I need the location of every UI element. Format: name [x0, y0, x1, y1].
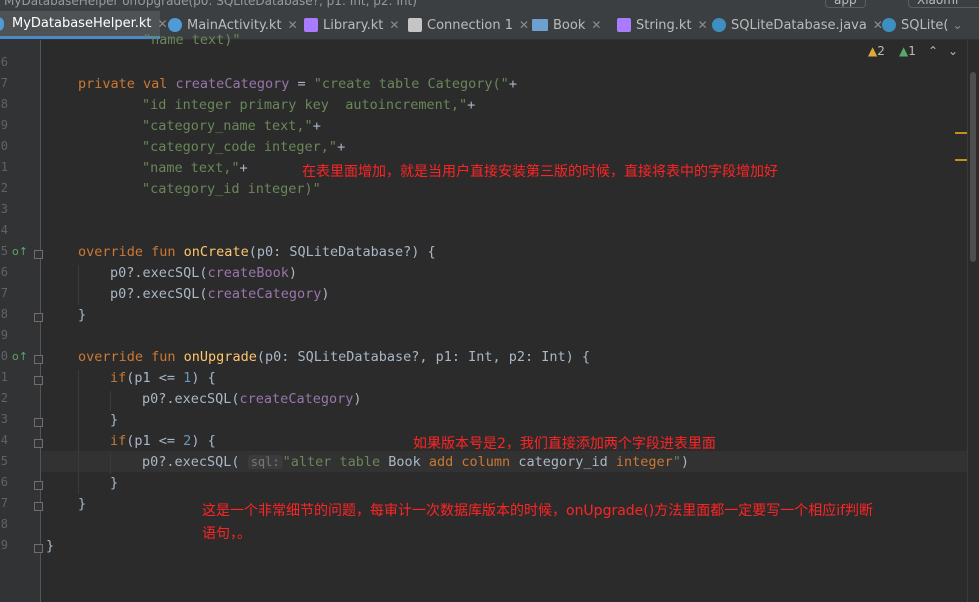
fold-marker-icon[interactable] — [34, 544, 43, 553]
chevron-down-icon[interactable]: ⌄ — [953, 18, 963, 32]
close-icon[interactable]: ✕ — [698, 18, 708, 32]
database-console-icon — [408, 18, 422, 32]
line-number: 7 — [0, 496, 8, 510]
code-line: "category_name text,"+ — [142, 118, 321, 134]
code-line: "category_id integer)" — [142, 181, 321, 197]
annotation-note: 这是一个非常细节的问题，每审计一次数据库版本的时候，onUpgrade()方法里… — [202, 503, 874, 519]
code-line: if(p1 <= 1) { — [110, 370, 216, 386]
parameter-hint: sql: — [247, 455, 283, 469]
toolbar-strip: MyDatabaseHelper onUpgrade(p0: SQLiteDat… — [0, 0, 979, 11]
code-line: "id integer primary key autoincrement,"+ — [142, 97, 476, 113]
close-icon[interactable]: ✕ — [591, 18, 601, 32]
code-line: p0?.execSQL(createBook) — [110, 265, 297, 281]
indent-guide — [78, 370, 79, 494]
line-number: 4 — [0, 223, 8, 237]
line-number: 6 — [0, 265, 8, 279]
override-marker-icon[interactable]: o↑ — [12, 350, 28, 363]
line-number: 0 — [0, 139, 8, 153]
code-line: if(p1 <= 2) { — [110, 433, 216, 449]
code-line: } — [46, 538, 55, 554]
tab-connection-1[interactable]: Connection 1 ✕ — [408, 11, 529, 39]
line-number: 5 — [0, 244, 8, 258]
code-line: "category_code integer,"+ — [142, 139, 346, 155]
close-icon[interactable]: ✕ — [157, 17, 167, 31]
line-number: 7 — [0, 76, 8, 90]
inspection-widget[interactable]: ▲1 — [899, 44, 916, 58]
annotation-note: 在表里面增加，就是当用户直接安装第三版的时候，直接将表中的字段增加好 — [302, 164, 778, 180]
error-stripe-mark[interactable] — [955, 159, 967, 161]
code-line: } — [110, 475, 119, 491]
line-number: 3 — [0, 412, 8, 426]
code-line: "name text,"+ — [142, 160, 248, 176]
tab-library[interactable]: Library.kt ✕ — [304, 11, 404, 39]
code-line: } — [110, 412, 119, 428]
java-class-icon — [882, 18, 896, 32]
code-line: p0?.execSQL(createCategory) — [142, 391, 362, 407]
close-icon[interactable]: ✕ — [389, 18, 399, 32]
line-number: 8 — [0, 307, 8, 321]
indent-guide — [110, 391, 111, 411]
scrollbar-thumb[interactable] — [970, 72, 976, 262]
line-number: 8 — [0, 517, 8, 531]
fold-marker-icon[interactable] — [34, 418, 43, 427]
indent-guide — [78, 265, 79, 305]
fold-marker-icon[interactable] — [34, 250, 43, 259]
fold-marker-icon[interactable] — [34, 481, 43, 490]
line-number: 3 — [0, 202, 8, 216]
inspection-widget[interactable]: ▲2 — [868, 44, 885, 58]
fold-marker-icon[interactable] — [34, 313, 43, 322]
tab-string[interactable]: String.kt ✕ — [617, 11, 708, 39]
line-number: 7 — [0, 286, 8, 300]
code-line: p0?.execSQL(createCategory) — [110, 286, 330, 302]
fold-marker-icon[interactable] — [34, 376, 43, 385]
kotlin-file-icon — [617, 18, 631, 32]
line-number: 4 — [0, 433, 8, 447]
code-line: "name text)" — [78, 32, 241, 48]
line-number: 6 — [0, 55, 8, 69]
code-line: override fun onUpgrade(p0: SQLiteDatabas… — [78, 349, 591, 365]
next-highlight-icon[interactable]: ⌄ — [948, 44, 958, 58]
error-stripe-mark[interactable] — [955, 132, 967, 134]
fold-marker-icon[interactable] — [34, 502, 43, 511]
weak-warning-icon: ▲ — [899, 44, 909, 58]
kotlin-class-icon — [0, 17, 4, 31]
warning-icon: ▲ — [868, 44, 878, 58]
line-number: 8 — [0, 97, 8, 111]
line-number: 6 — [0, 475, 8, 489]
annotation-note: 如果版本号是2，我们直接添加两个字段进表里面 — [413, 436, 716, 452]
run-config-selector[interactable]: app — [825, 0, 866, 8]
previous-highlight-icon[interactable]: ⌃ — [928, 44, 938, 58]
code-line: } — [78, 307, 87, 323]
code-line: p0?.execSQL( sql: "alter table Book add c… — [142, 454, 690, 470]
kotlin-file-icon — [304, 18, 318, 32]
annotation-note: 语句，。 — [202, 526, 251, 542]
table-icon — [532, 19, 548, 31]
line-number: 0 — [0, 349, 8, 363]
close-icon[interactable]: ✕ — [288, 18, 298, 32]
tab-book[interactable]: Book ✕ — [532, 11, 612, 39]
breadcrumb[interactable]: MyDatabaseHelper onUpgrade(p0: SQLiteDat… — [4, 0, 417, 8]
line-number: 1 — [0, 370, 8, 384]
fold-marker-icon[interactable] — [34, 355, 43, 364]
java-class-icon — [712, 18, 726, 32]
line-number: 9 — [0, 328, 8, 342]
line-number: 2 — [0, 181, 8, 195]
line-number: 1 — [0, 160, 8, 174]
line-number: 9 — [0, 118, 8, 132]
line-number: 9 — [0, 538, 8, 552]
fold-marker-icon[interactable] — [34, 439, 43, 448]
line-number: 2 — [0, 391, 8, 405]
tab-sqlitedatabase[interactable]: SQLiteDatabase.java ✕ — [712, 11, 883, 39]
code-line: private val createCategory = "create tab… — [78, 76, 517, 92]
line-number: 5 — [0, 454, 8, 468]
code-line: override fun onCreate(p0: SQLiteDatabase… — [78, 244, 436, 260]
tab-sqlite-overflow[interactable]: SQLite( ⌄ — [882, 11, 979, 39]
code-line: } — [78, 496, 87, 512]
close-icon[interactable]: ✕ — [519, 18, 529, 32]
indent-guide — [110, 454, 111, 474]
override-marker-icon[interactable]: o↑ — [12, 245, 28, 258]
device-selector[interactable]: Xiaomi — [908, 0, 979, 8]
